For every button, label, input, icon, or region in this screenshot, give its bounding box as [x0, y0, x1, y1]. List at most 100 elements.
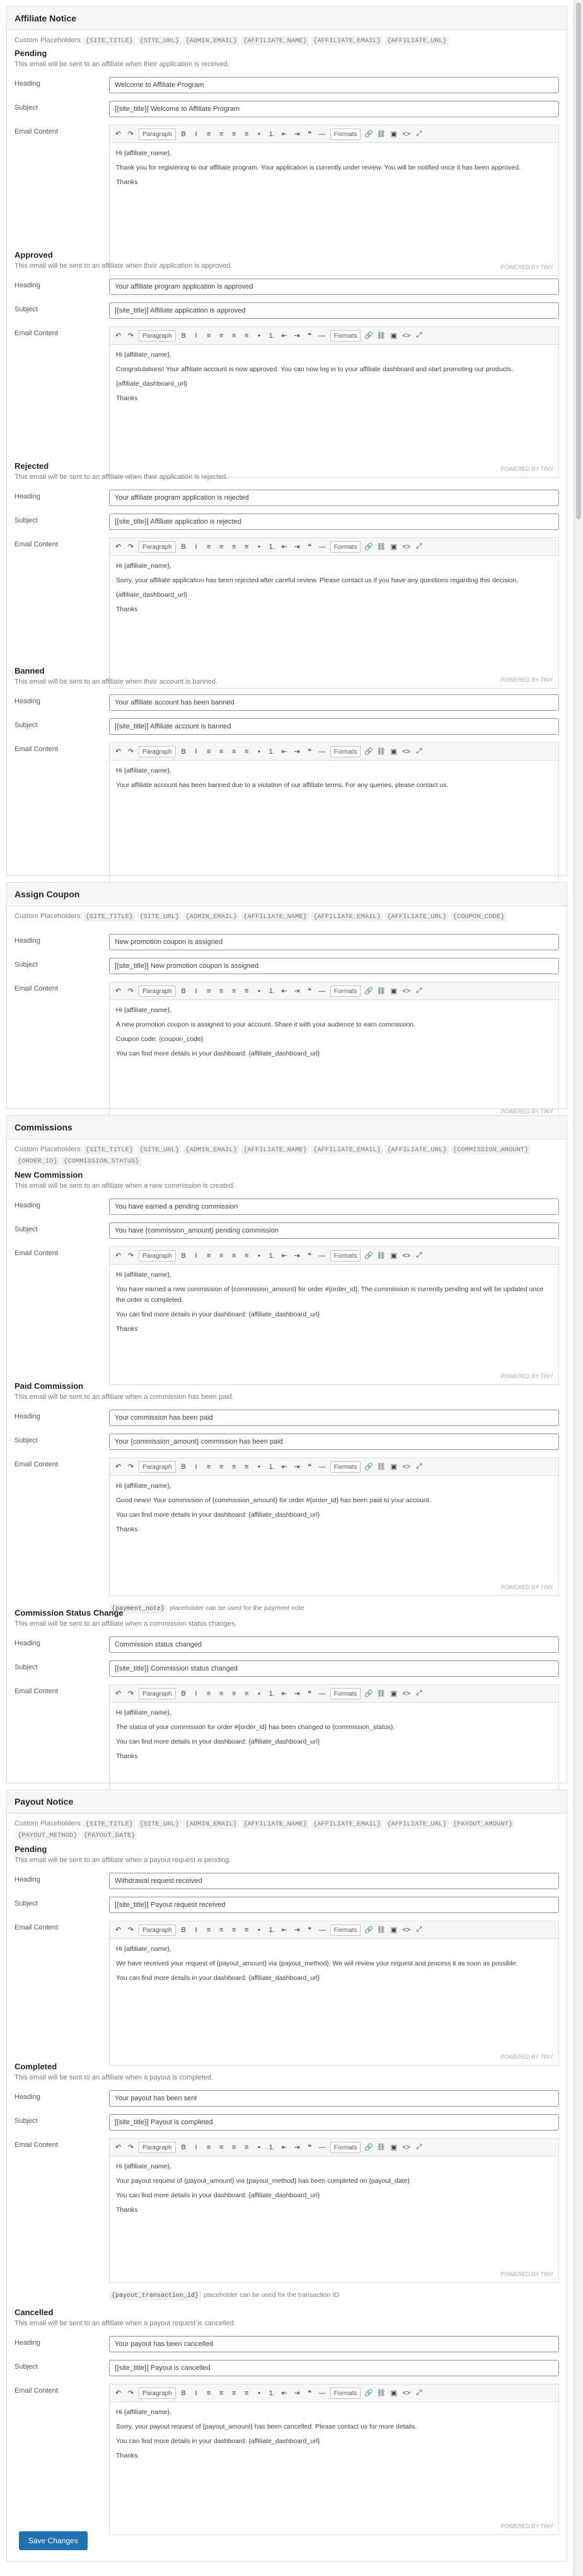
code-icon[interactable]: <> [401, 2388, 411, 2399]
heading-input[interactable] [109, 77, 559, 93]
bold-icon[interactable]: B [179, 129, 188, 140]
editor-body[interactable]: Hi {affiliate_name}, Sorry, your payout r… [110, 2402, 558, 2534]
numbered-list-icon[interactable]: 1. [267, 1688, 277, 1699]
numbered-list-icon[interactable]: 1. [267, 330, 277, 342]
formats-select[interactable]: Formats [330, 985, 361, 997]
undo-icon[interactable]: ↶ [113, 1250, 123, 1262]
fullscreen-icon[interactable]: ⤢ [414, 541, 424, 553]
horizontal-rule-icon[interactable]: — [318, 2388, 327, 2399]
heading-input[interactable] [109, 934, 559, 950]
italic-icon[interactable]: I [192, 2142, 201, 2153]
blockquote-icon[interactable]: ❝ [305, 986, 315, 997]
indent-icon[interactable]: ⇥ [292, 746, 302, 757]
image-icon[interactable]: ▣ [389, 2142, 398, 2153]
justify-icon[interactable]: ≡ [242, 541, 251, 553]
email-content-editor[interactable]: ↶ ↷ Paragraph B I ≡ ≡ ≡ ≡ • 1. ⇤ ⇥ ❝ — Formats 🔗 ⛓ ▣ <> ⤢ Hi … [109, 742, 559, 906]
align-center-icon[interactable]: ≡ [217, 2142, 226, 2153]
numbered-list-icon[interactable]: 1. [267, 2388, 277, 2399]
heading-input[interactable] [109, 2090, 559, 2107]
align-center-icon[interactable]: ≡ [217, 129, 226, 140]
editor-body[interactable]: Hi {affiliate_name}, You have earned a ne… [110, 1265, 558, 1384]
align-left-icon[interactable]: ≡ [204, 1688, 214, 1699]
subject-input[interactable] [109, 514, 559, 530]
indent-icon[interactable]: ⇥ [292, 1924, 302, 1936]
align-right-icon[interactable]: ≡ [229, 986, 239, 997]
heading-input[interactable] [109, 279, 559, 295]
fullscreen-icon[interactable]: ⤢ [414, 746, 424, 757]
bullet-list-icon[interactable]: • [255, 330, 264, 342]
code-icon[interactable]: <> [401, 330, 411, 342]
unlink-icon[interactable]: ⛓ [376, 129, 386, 140]
code-icon[interactable]: <> [401, 1250, 411, 1262]
undo-icon[interactable]: ↶ [113, 2388, 123, 2399]
email-content-editor[interactable]: ↶ ↷ Paragraph B I ≡ ≡ ≡ ≡ • 1. ⇤ ⇥ ❝ — Formats 🔗 ⛓ ▣ <> ⤢ Hi … [109, 326, 559, 478]
paragraph-format-select[interactable]: Paragraph [139, 745, 176, 757]
justify-icon[interactable]: ≡ [242, 2388, 251, 2399]
image-icon[interactable]: ▣ [389, 129, 398, 140]
italic-icon[interactable]: I [192, 330, 201, 342]
blockquote-icon[interactable]: ❝ [305, 541, 315, 553]
link-icon[interactable]: 🔗 [364, 1688, 373, 1699]
email-content-editor[interactable]: ↶ ↷ Paragraph B I ≡ ≡ ≡ ≡ • 1. ⇤ ⇥ ❝ — Formats 🔗 ⛓ ▣ <> ⤢ Hi … [109, 1246, 559, 1385]
link-icon[interactable]: 🔗 [364, 129, 373, 140]
bold-icon[interactable]: B [179, 1688, 188, 1699]
bullet-list-icon[interactable]: • [255, 1688, 264, 1699]
scrollbar-thumb[interactable] [576, 3, 581, 519]
indent-icon[interactable]: ⇥ [292, 541, 302, 553]
align-left-icon[interactable]: ≡ [204, 2388, 214, 2399]
unlink-icon[interactable]: ⛓ [376, 330, 386, 342]
bullet-list-icon[interactable]: • [255, 1461, 264, 1473]
outdent-icon[interactable]: ⇤ [280, 986, 289, 997]
redo-icon[interactable]: ↷ [126, 541, 136, 553]
subject-input[interactable] [109, 1660, 559, 1677]
italic-icon[interactable]: I [192, 1924, 201, 1936]
numbered-list-icon[interactable]: 1. [267, 986, 277, 997]
undo-icon[interactable]: ↶ [113, 541, 123, 553]
blockquote-icon[interactable]: ❝ [305, 129, 315, 140]
align-right-icon[interactable]: ≡ [229, 1250, 239, 1262]
formats-select[interactable]: Formats [330, 128, 361, 140]
numbered-list-icon[interactable]: 1. [267, 746, 277, 757]
outdent-icon[interactable]: ⇤ [280, 1461, 289, 1473]
paragraph-format-select[interactable]: Paragraph [139, 1461, 176, 1473]
align-right-icon[interactable]: ≡ [229, 1924, 239, 1936]
subject-input[interactable] [109, 302, 559, 319]
paragraph-format-select[interactable]: Paragraph [139, 330, 176, 342]
save-changes-button[interactable]: Save Changes [19, 2531, 88, 2550]
bullet-list-icon[interactable]: • [255, 541, 264, 553]
align-left-icon[interactable]: ≡ [204, 986, 214, 997]
image-icon[interactable]: ▣ [389, 1688, 398, 1699]
outdent-icon[interactable]: ⇤ [280, 746, 289, 757]
formats-select[interactable]: Formats [330, 2387, 361, 2399]
undo-icon[interactable]: ↶ [113, 1924, 123, 1936]
unlink-icon[interactable]: ⛓ [376, 1688, 386, 1699]
fullscreen-icon[interactable]: ⤢ [414, 1924, 424, 1936]
undo-icon[interactable]: ↶ [113, 746, 123, 757]
bullet-list-icon[interactable]: • [255, 746, 264, 757]
align-center-icon[interactable]: ≡ [217, 1688, 226, 1699]
italic-icon[interactable]: I [192, 129, 201, 140]
heading-input[interactable] [109, 1636, 559, 1653]
bold-icon[interactable]: B [179, 1924, 188, 1936]
italic-icon[interactable]: I [192, 541, 201, 553]
code-icon[interactable]: <> [401, 541, 411, 553]
undo-icon[interactable]: ↶ [113, 330, 123, 342]
justify-icon[interactable]: ≡ [242, 986, 251, 997]
fullscreen-icon[interactable]: ⤢ [414, 986, 424, 997]
align-right-icon[interactable]: ≡ [229, 1461, 239, 1473]
unlink-icon[interactable]: ⛓ [376, 746, 386, 757]
blockquote-icon[interactable]: ❝ [305, 1688, 315, 1699]
unlink-icon[interactable]: ⛓ [376, 1250, 386, 1262]
align-left-icon[interactable]: ≡ [204, 2142, 214, 2153]
align-center-icon[interactable]: ≡ [217, 1250, 226, 1262]
justify-icon[interactable]: ≡ [242, 1924, 251, 1936]
indent-icon[interactable]: ⇥ [292, 1688, 302, 1699]
paragraph-format-select[interactable]: Paragraph [139, 1250, 176, 1262]
align-center-icon[interactable]: ≡ [217, 986, 226, 997]
horizontal-rule-icon[interactable]: — [318, 1688, 327, 1699]
outdent-icon[interactable]: ⇤ [280, 2142, 289, 2153]
horizontal-rule-icon[interactable]: — [318, 986, 327, 997]
formats-select[interactable]: Formats [330, 1461, 361, 1473]
align-center-icon[interactable]: ≡ [217, 1924, 226, 1936]
horizontal-rule-icon[interactable]: — [318, 129, 327, 140]
